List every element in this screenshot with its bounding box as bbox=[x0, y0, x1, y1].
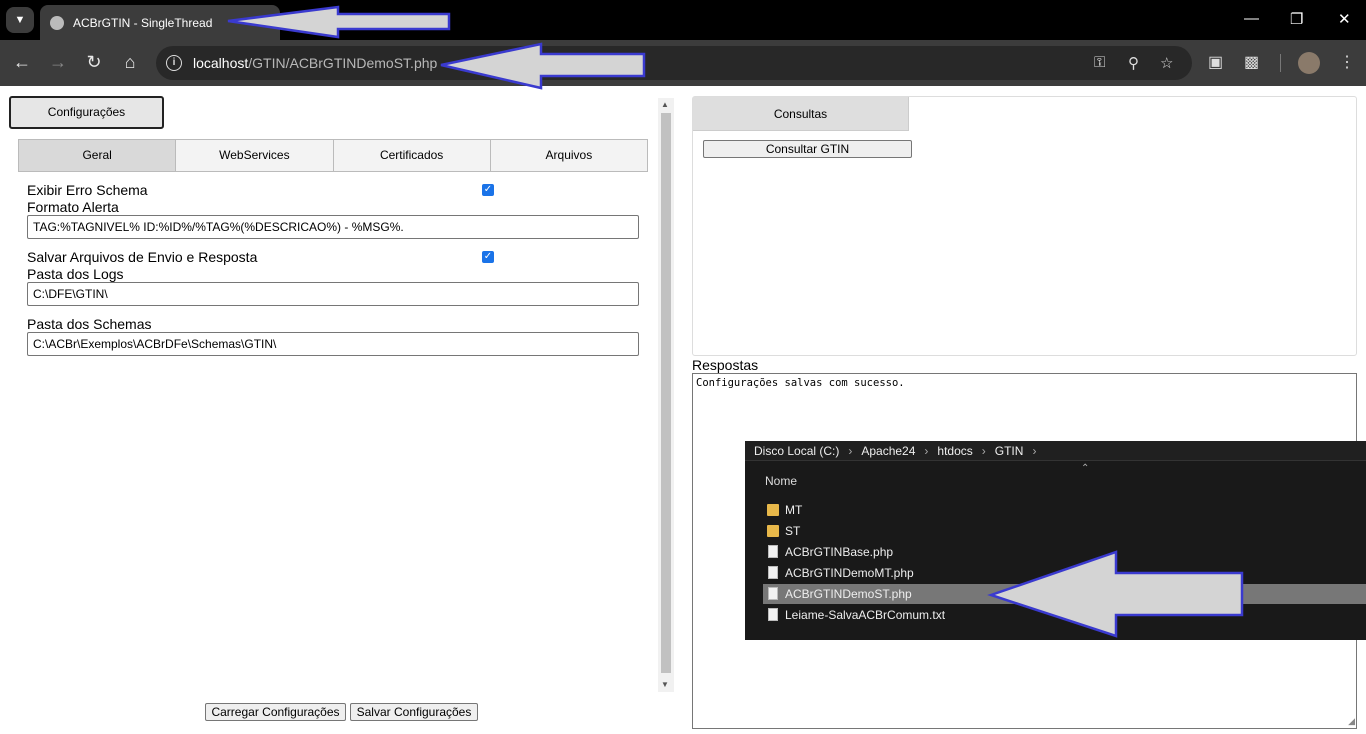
address-bar[interactable]: i localhost/GTIN/ACBrGTINDemoST.php ⚿ ⚲ … bbox=[156, 46, 1192, 80]
pasta-schemas-label: Pasta dos Schemas bbox=[27, 316, 152, 332]
salvar-configuracoes-button[interactable]: Salvar Configurações bbox=[350, 703, 478, 721]
close-tab-icon[interactable]: ✕ bbox=[256, 13, 268, 30]
breadcrumb-item[interactable]: Apache24 bbox=[861, 444, 915, 458]
breadcrumb-item[interactable]: GTIN bbox=[995, 444, 1024, 458]
zoom-icon[interactable]: ⚲ bbox=[1128, 54, 1139, 72]
file-icon bbox=[768, 566, 778, 579]
folder-icon bbox=[767, 525, 779, 537]
list-item-label: ACBrGTINDemoST.php bbox=[785, 587, 912, 601]
tab-title: ACBrGTIN - SingleThread bbox=[73, 15, 213, 30]
list-item-selected[interactable]: ACBrGTINDemoST.php bbox=[763, 584, 1366, 604]
pasta-schemas-input[interactable]: C:\ACBr\Exemplos\ACBrDFe\Schemas\GTIN\ bbox=[27, 332, 639, 356]
tab-search-button[interactable]: ▼ bbox=[6, 7, 34, 33]
breadcrumb-item[interactable]: htdocs bbox=[937, 444, 972, 458]
globe-icon bbox=[50, 15, 64, 30]
chevron-down-icon: ▼ bbox=[14, 14, 26, 26]
list-item-label: Leiame-SalvaACBrComum.txt bbox=[785, 608, 946, 622]
breadcrumb-separator-icon: › bbox=[1032, 444, 1037, 458]
scroll-up-icon[interactable]: ▲ bbox=[661, 100, 669, 109]
list-item-label: ACBrGTINDemoMT.php bbox=[785, 566, 914, 580]
file-icon bbox=[768, 545, 778, 558]
menu-kebab-icon[interactable]: ⋮ bbox=[1339, 52, 1355, 72]
file-icon bbox=[768, 608, 778, 621]
scroll-thumb[interactable] bbox=[661, 113, 671, 673]
list-item-label: ST bbox=[785, 524, 801, 538]
formato-alerta-input[interactable]: TAG:%TAGNIVEL% ID:%ID%/%TAG%(%DESCRICAO%… bbox=[27, 215, 639, 239]
column-header-nome[interactable]: Nome bbox=[765, 474, 797, 488]
url-path: /GTIN/ACBrGTINDemoST.php bbox=[248, 55, 438, 71]
screen: ▼ ACBrGTIN - SingleThread ✕ + — ❐ ✕ ← → … bbox=[0, 0, 1366, 734]
tab-certificados[interactable]: Certificados bbox=[333, 140, 491, 171]
folder-icon bbox=[767, 504, 779, 516]
url-host: localhost bbox=[193, 55, 249, 71]
scroll-down-icon[interactable]: ▼ bbox=[661, 680, 669, 689]
explorer-breadcrumb: Disco Local (C:) › Apache24 › htdocs › GTIN › bbox=[745, 441, 1366, 461]
minimize-icon[interactable]: — bbox=[1244, 10, 1259, 27]
sort-caret-icon: ⌃ bbox=[1081, 463, 1090, 474]
url-text[interactable]: localhost/GTIN/ACBrGTINDemoST.php bbox=[193, 55, 437, 71]
exibir-erro-checkbox[interactable]: ✓ bbox=[482, 184, 494, 196]
list-item[interactable]: Leiame-SalvaACBrComum.txt bbox=[763, 605, 1366, 625]
salvar-arquivos-label: Salvar Arquivos de Envio e Resposta bbox=[27, 249, 258, 265]
new-tab-icon[interactable]: + bbox=[284, 9, 296, 29]
pasta-logs-input[interactable]: C:\DFE\GTIN\ bbox=[27, 282, 639, 306]
browser-tab-active[interactable]: ACBrGTIN - SingleThread ✕ bbox=[40, 5, 280, 40]
formato-alerta-label: Formato Alerta bbox=[27, 199, 119, 215]
breadcrumb-separator-icon: › bbox=[981, 444, 986, 458]
configuracoes-button[interactable]: Configurações bbox=[9, 96, 164, 129]
pasta-logs-label: Pasta dos Logs bbox=[27, 266, 124, 282]
tab-geral[interactable]: Geral bbox=[19, 140, 177, 171]
toolbar-divider bbox=[1280, 54, 1281, 72]
home-icon[interactable]: ⌂ bbox=[119, 53, 141, 71]
reload-icon[interactable]: ↻ bbox=[83, 53, 105, 71]
consultar-gtin-button[interactable]: Consultar GTIN bbox=[703, 140, 912, 158]
file-icon bbox=[768, 587, 778, 600]
consultas-panel: Consultas Consultar GTIN bbox=[692, 96, 1357, 356]
forward-icon[interactable]: → bbox=[47, 53, 69, 71]
site-info-icon[interactable]: i bbox=[166, 55, 182, 71]
browser-toolbar: ← → ↻ ⌂ i localhost/GTIN/ACBrGTINDemoST.… bbox=[0, 40, 1366, 86]
password-key-icon[interactable]: ⚿ bbox=[1094, 54, 1105, 71]
profile-avatar[interactable] bbox=[1298, 52, 1320, 74]
breadcrumb-separator-icon: › bbox=[848, 444, 853, 458]
list-item[interactable]: ACBrGTINBase.php bbox=[763, 542, 1366, 562]
list-item[interactable]: MT bbox=[763, 500, 1366, 520]
list-item-label: MT bbox=[785, 503, 803, 517]
breadcrumb-item[interactable]: Disco Local (C:) bbox=[754, 444, 839, 458]
tab-consultas[interactable]: Consultas bbox=[693, 97, 909, 131]
salvar-arquivos-checkbox[interactable]: ✓ bbox=[482, 251, 494, 263]
back-icon[interactable]: ← bbox=[11, 53, 33, 71]
resize-grip-icon[interactable]: ◢ bbox=[1348, 716, 1355, 727]
browser-tabstrip: ▼ ACBrGTIN - SingleThread ✕ + — ❐ ✕ bbox=[0, 0, 1366, 40]
tab-webservices[interactable]: WebServices bbox=[176, 140, 334, 171]
carregar-configuracoes-button[interactable]: Carregar Configurações bbox=[205, 703, 346, 721]
tab-arquivos[interactable]: Arquivos bbox=[490, 140, 647, 171]
config-tabs: Geral WebServices Certificados Arquivos bbox=[18, 139, 648, 172]
media-icon[interactable]: ▣ bbox=[1208, 52, 1223, 72]
list-item[interactable]: ACBrGTINDemoMT.php bbox=[763, 563, 1366, 583]
extensions-icon[interactable]: ▩ bbox=[1244, 52, 1259, 72]
list-item[interactable]: ST bbox=[763, 521, 1366, 541]
close-window-icon[interactable]: ✕ bbox=[1338, 10, 1351, 28]
file-explorer-overlay: Disco Local (C:) › Apache24 › htdocs › GTIN › ⌃… bbox=[745, 441, 1366, 640]
left-scrollbar[interactable]: ▲ ▼ bbox=[658, 98, 674, 692]
respostas-text: Configurações salvas com sucesso. bbox=[696, 377, 905, 389]
bookmark-star-icon[interactable]: ☆ bbox=[1160, 54, 1173, 72]
respostas-label: Respostas bbox=[692, 357, 759, 373]
breadcrumb-separator-icon: › bbox=[924, 444, 929, 458]
exibir-erro-label: Exibir Erro Schema bbox=[27, 182, 148, 198]
list-item-label: ACBrGTINBase.php bbox=[785, 545, 894, 559]
restore-icon[interactable]: ❐ bbox=[1290, 10, 1303, 28]
